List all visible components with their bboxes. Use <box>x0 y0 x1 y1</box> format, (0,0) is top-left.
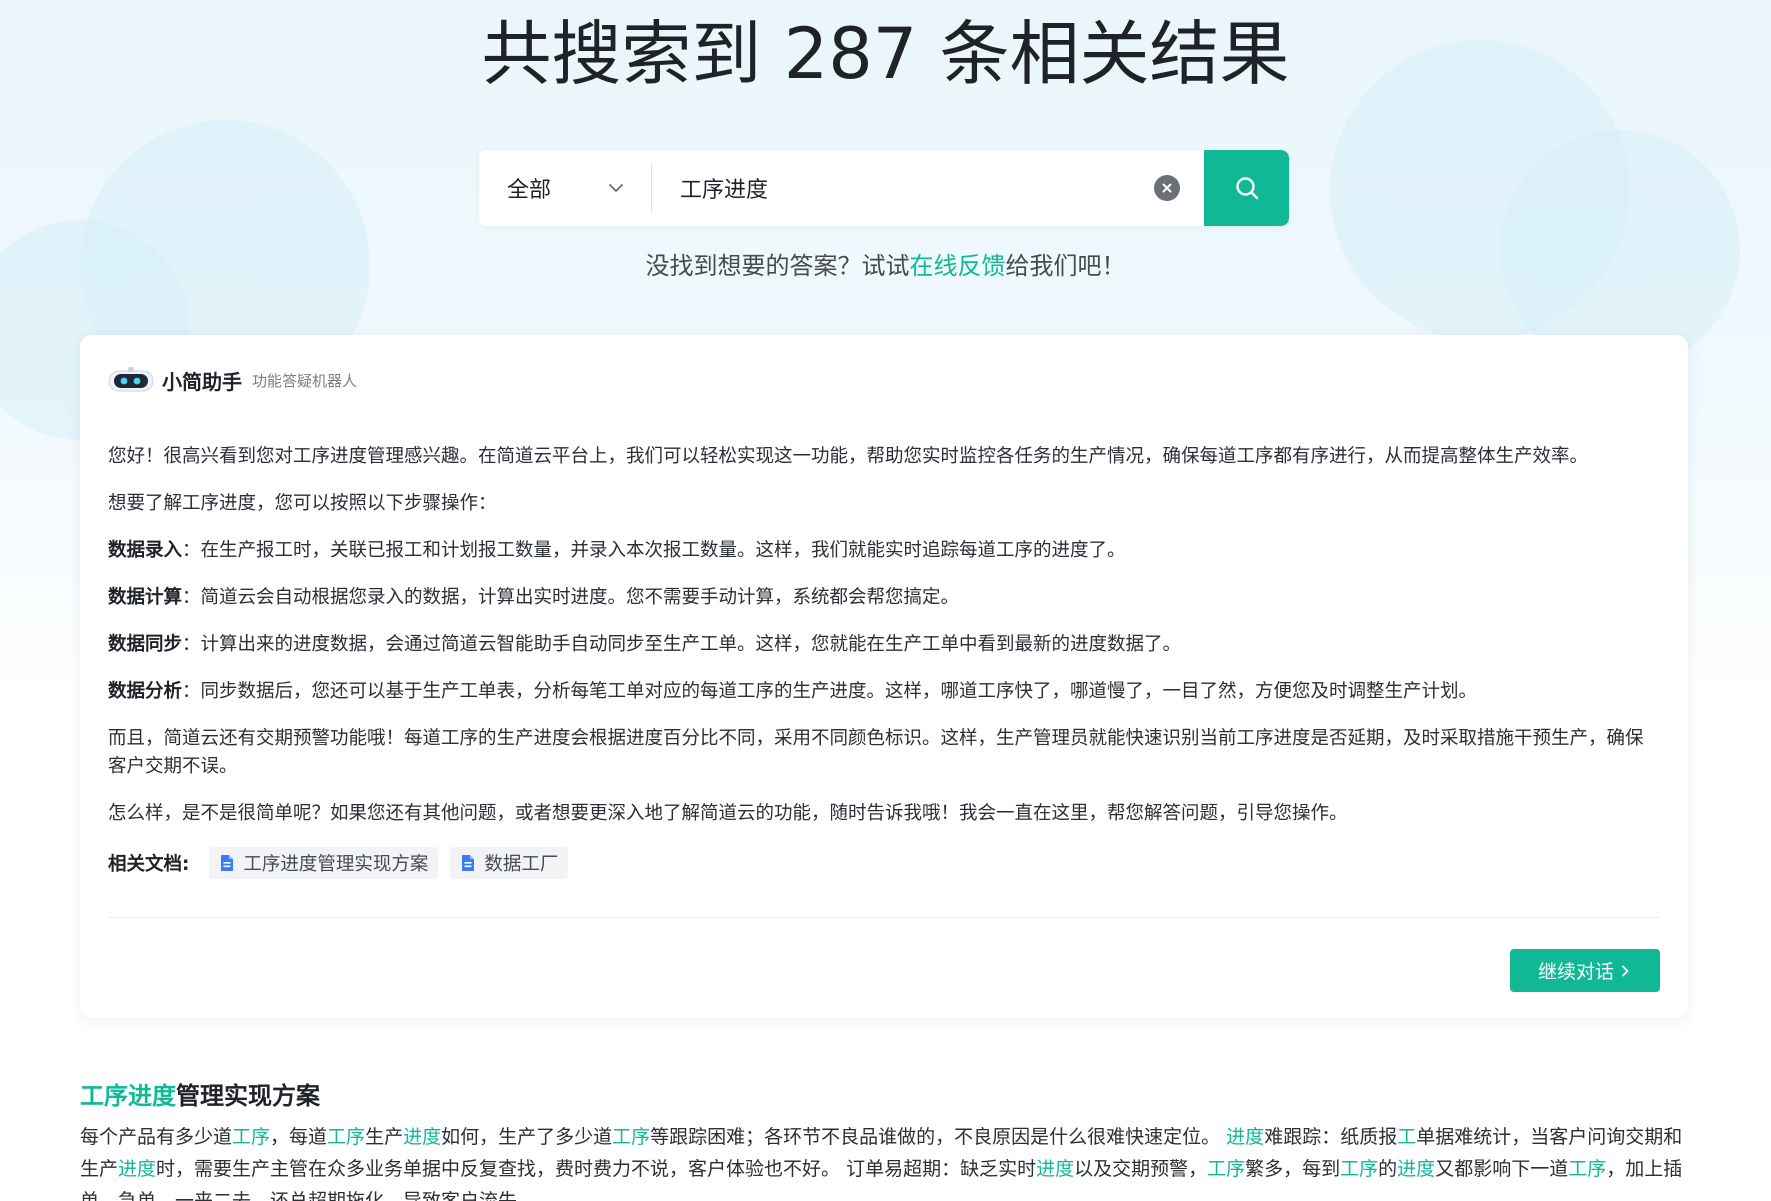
snippet-keyword-highlight: 进度 <box>1226 1126 1265 1148</box>
clear-search-button[interactable] <box>1154 175 1180 201</box>
feedback-suffix: 给我们吧！ <box>1005 252 1126 280</box>
related-doc-link[interactable]: 工序进度管理实现方案 <box>209 847 439 879</box>
assistant-name: 小简助手 <box>162 369 242 394</box>
snippet-text: 生产 <box>365 1126 404 1148</box>
snippet-keyword-highlight: 工序 <box>1568 1158 1607 1180</box>
assistant-answer-card: 小简助手 功能答疑机器人 您好！很高兴看到您对工序进度管理感兴趣。在简道云平台上… <box>80 335 1688 1018</box>
step-text: ：同步数据后，您还可以基于生产工单表，分析每笔工单对应的每道工序的生产进度。这样… <box>182 681 1478 702</box>
continue-chat-label: 继续对话 <box>1537 961 1614 983</box>
snippet-keyword-highlight: 工序 <box>232 1126 271 1148</box>
continue-chat-button[interactable]: 继续对话 <box>1510 949 1660 992</box>
snippet-keyword-highlight: 工 <box>1397 1126 1417 1148</box>
document-icon <box>221 855 234 871</box>
step-text: ：在生产报工时，关联已报工和计划报工数量，并录入本次报工数量。这样，我们就能实时… <box>182 540 1126 561</box>
snippet-keyword-highlight: 进度 <box>1397 1158 1436 1180</box>
answer-closing: 怎么样，是不是很简单呢？如果您还有其他问题，或者想要更深入地了解简道云的功能，随… <box>108 803 1348 824</box>
step-title: 数据同步 <box>108 634 183 655</box>
snippet-text: 的 <box>1378 1158 1398 1180</box>
assistant-header: 小简助手 功能答疑机器人 <box>108 365 1660 395</box>
answer-step: 数据同步：计算出来的进度数据，会通过简道云智能助手自动同步至生产工单。这样，您就… <box>108 631 1660 659</box>
answer-steps-intro: 想要了解工序进度，您可以按照以下步骤操作： <box>108 493 497 514</box>
robot-avatar-icon <box>108 367 154 392</box>
snippet-text: 时，需要生产主管在众多业务单据中反复查找，费时费力不说，客户体验也不好。 订单易… <box>156 1158 1037 1180</box>
assistant-subtitle: 功能答疑机器人 <box>252 371 358 390</box>
snippet-text: 每个产品有多少道 <box>80 1126 233 1148</box>
search-icon <box>1235 177 1258 200</box>
step-title: 数据计算 <box>108 587 183 608</box>
snippet-text: 繁多，每到 <box>1245 1158 1341 1180</box>
snippet-keyword-highlight: 进度 <box>403 1126 442 1148</box>
scope-dropdown[interactable]: 全部 <box>479 150 651 226</box>
snippet-text: ，每道 <box>270 1126 328 1148</box>
scope-dropdown-value: 全部 <box>507 178 552 203</box>
snippet-text: 以及交期预警， <box>1074 1158 1208 1180</box>
page-title: 共搜索到 287 条相关结果 <box>481 13 1290 95</box>
online-feedback-link[interactable]: 在线反馈 <box>910 252 1006 280</box>
assistant-answer: 您好！很高兴看到您对工序进度管理感兴趣。在简道云平台上，我们可以轻松实现这一功能… <box>108 443 1660 828</box>
answer-extra: 而且，简道云还有交期预警功能哦！每道工序的生产进度会根据进度百分比不同，采用不同… <box>108 728 1644 777</box>
snippet-text: 难跟踪：纸质报 <box>1264 1126 1398 1148</box>
snippet-keyword-highlight: 进度 <box>118 1158 157 1180</box>
snippet-keyword-highlight: 工序 <box>612 1126 651 1148</box>
chevron-right-icon <box>1622 965 1629 976</box>
related-doc-link[interactable]: 数据工厂 <box>450 847 569 879</box>
snippet-keyword-highlight: 工序 <box>1340 1158 1379 1180</box>
clear-circle-icon <box>1162 183 1172 193</box>
answer-step: 数据录入：在生产报工时，关联已报工和计划报工数量，并录入本次报工数量。这样，我们… <box>108 537 1660 565</box>
feedback-prompt: 没找到想要的答案？试试在线反馈给我们吧！ <box>0 246 1771 281</box>
step-title: 数据分析 <box>108 681 183 702</box>
snippet-text: 如何，生产了多少道 <box>441 1126 613 1148</box>
search-button[interactable] <box>1204 150 1289 226</box>
card-divider <box>108 917 1660 918</box>
snippet-keyword-highlight: 工序 <box>1207 1158 1246 1180</box>
result-title-link[interactable]: 工序进度管理实现方案 <box>80 1075 1688 1117</box>
related-docs: 相关文档: 工序进度管理实现方案 数据工厂 <box>108 847 1660 879</box>
search-input[interactable] <box>652 150 1154 226</box>
step-text: ：简道云会自动根据您录入的数据，计算出实时进度。您不需要手动计算，系统都会帮您搞… <box>182 587 960 608</box>
feedback-prefix: 没找到想要的答案？试试 <box>645 252 910 280</box>
snippet-keyword-highlight: 进度 <box>1036 1158 1075 1180</box>
related-doc-title: 数据工厂 <box>484 854 559 875</box>
result-title-rest: 管理实现方案 <box>176 1082 320 1110</box>
snippet-keyword-highlight: 工序 <box>327 1126 366 1148</box>
answer-intro: 您好！很高兴看到您对工序进度管理感兴趣。在简道云平台上，我们可以轻松实现这一功能… <box>108 446 1589 467</box>
step-title: 数据录入 <box>108 540 183 561</box>
search-bar: 全部 <box>479 150 1289 226</box>
document-icon <box>462 855 475 871</box>
chevron-down-icon <box>609 184 623 192</box>
result-title-highlight: 工序进度 <box>80 1082 176 1110</box>
related-docs-label: 相关文档: <box>108 854 190 875</box>
search-result: 工序进度管理实现方案 每个产品有多少道工序，每道工序生产进度如何，生产了多少道工… <box>80 1075 1688 1201</box>
related-doc-title: 工序进度管理实现方案 <box>243 854 429 875</box>
snippet-text: 又都影响下一道 <box>1435 1158 1569 1180</box>
answer-step: 数据计算：简道云会自动根据您录入的数据，计算出实时进度。您不需要手动计算，系统都… <box>108 584 1660 612</box>
snippet-text: 等跟踪困难；各环节不良品谁做的，不良原因是什么很难快速定位。 <box>650 1126 1227 1148</box>
step-text: ：计算出来的进度数据，会通过简道云智能助手自动同步至生产工单。这样，您就能在生产… <box>182 634 1182 655</box>
result-snippet: 每个产品有多少道工序，每道工序生产进度如何，生产了多少道工序等跟踪困难；各环节不… <box>80 1121 1688 1201</box>
answer-step: 数据分析：同步数据后，您还可以基于生产工单表，分析每笔工单对应的每道工序的生产进… <box>108 678 1660 706</box>
